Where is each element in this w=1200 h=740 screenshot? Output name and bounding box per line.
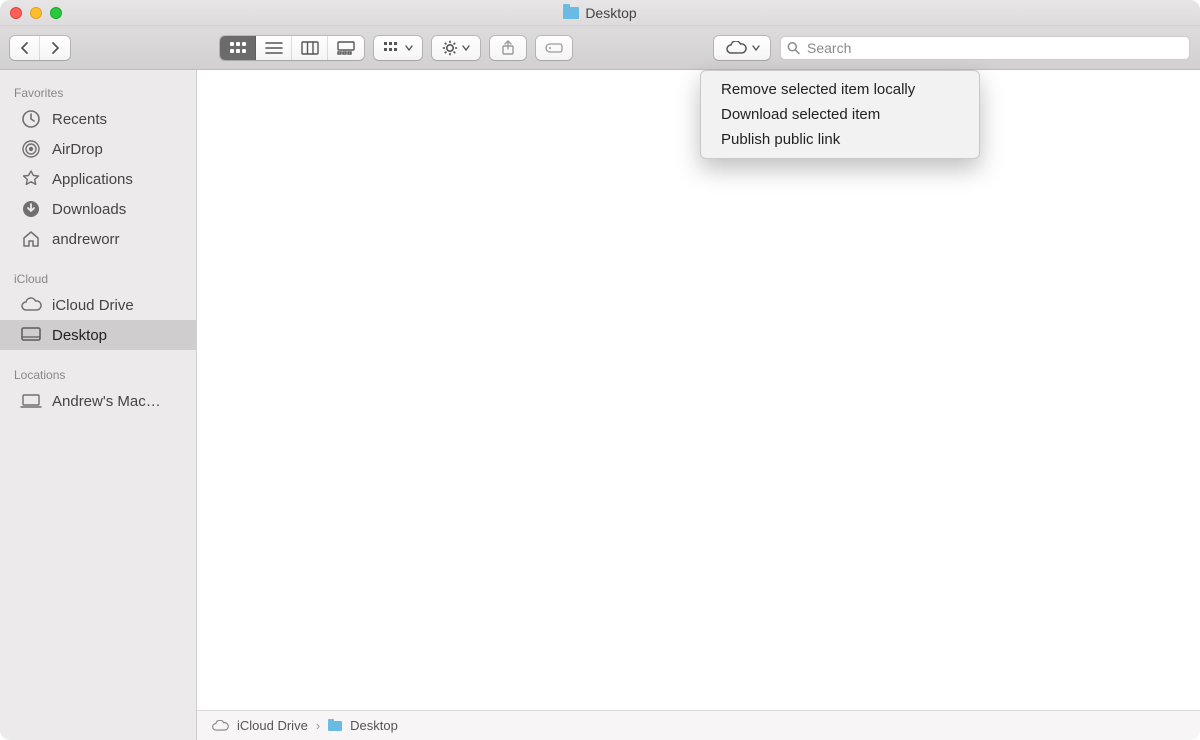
sidebar-item-downloads[interactable]: Downloads [0,194,196,224]
gear-icon [442,40,458,56]
arrange-button[interactable] [374,36,422,60]
share-group [490,36,526,60]
list-view-icon [265,41,283,55]
sidebar-item-label: andreworr [52,231,120,248]
view-group [220,36,364,60]
column-view-icon [301,41,319,55]
sidebar-item-applications[interactable]: Applications [0,164,196,194]
close-button[interactable] [10,7,22,19]
finder-window: Desktop [0,0,1200,740]
zoom-button[interactable] [50,7,62,19]
sidebar-section-locations: Locations [0,362,196,386]
icon-view-button[interactable] [220,36,256,60]
toolbar [0,26,1200,70]
menu-item-remove-local[interactable]: Remove selected item locally [701,77,979,102]
titlebar: Desktop [0,0,1200,26]
clock-icon [20,109,42,129]
icon-view-icon [229,41,247,55]
sidebar-item-desktop[interactable]: Desktop [0,320,196,350]
laptop-icon [20,393,42,409]
gallery-view-button[interactable] [328,36,364,60]
gallery-view-icon [337,41,355,55]
download-icon [20,199,42,219]
tag-icon [544,42,564,54]
path-bar: iCloud Drive › Desktop [197,710,1200,740]
sidebar-item-airdrop[interactable]: AirDrop [0,134,196,164]
tags-button[interactable] [536,36,572,60]
cloud-icon [20,297,42,313]
cloud-icon [725,41,747,55]
chevron-down-icon [752,44,760,52]
back-button[interactable] [10,36,40,60]
minimize-button[interactable] [30,7,42,19]
nav-group [10,36,70,60]
window-title-text: Desktop [585,5,636,21]
icloud-group [714,36,770,60]
search-icon [787,41,800,54]
share-button[interactable] [490,36,526,60]
sidebar-section-icloud: iCloud [0,266,196,290]
action-button[interactable] [432,36,480,60]
cloud-icon [211,720,229,732]
search-wrap [780,36,1190,60]
sidebar-item-label: iCloud Drive [52,297,134,314]
tags-group [536,36,572,60]
sidebar-item-label: Desktop [52,327,107,344]
path-segment[interactable]: iCloud Drive [237,718,308,733]
icloud-menu: Remove selected item locally Download se… [700,70,980,159]
home-icon [20,229,42,249]
file-area[interactable] [197,70,1200,710]
folder-icon [563,7,579,19]
chevron-down-icon [405,44,413,52]
folder-icon [328,721,342,731]
path-segment[interactable]: Desktop [350,718,398,733]
window-controls [10,7,62,19]
sidebar-item-recents[interactable]: Recents [0,104,196,134]
search-input[interactable] [780,36,1190,60]
column-view-button[interactable] [292,36,328,60]
airdrop-icon [20,139,42,159]
apps-icon [20,169,42,189]
sidebar-section-favorites: Favorites [0,80,196,104]
desktop-icon [20,327,42,343]
content: iCloud Drive › Desktop [197,70,1200,740]
sidebar-item-label: Downloads [52,201,126,218]
chevron-left-icon [20,42,30,54]
chevron-right-icon [50,42,60,54]
grid-icon [383,41,401,55]
share-icon [501,40,515,56]
sidebar-item-label: Recents [52,111,107,128]
sidebar-item-icloud-drive[interactable]: iCloud Drive [0,290,196,320]
chevron-down-icon [462,44,470,52]
sidebar-item-home[interactable]: andreworr [0,224,196,254]
sidebar-item-mac[interactable]: Andrew's Mac… [0,386,196,416]
list-view-button[interactable] [256,36,292,60]
window-title: Desktop [0,5,1200,21]
sidebar: Favorites Recents AirDrop Applications [0,70,197,740]
sidebar-item-label: AirDrop [52,141,103,158]
action-group [432,36,480,60]
menu-item-download[interactable]: Download selected item [701,102,979,127]
window-body: Favorites Recents AirDrop Applications [0,70,1200,740]
sidebar-item-label: Applications [52,171,133,188]
arrange-group [374,36,422,60]
sidebar-item-label: Andrew's Mac… [52,393,161,410]
icloud-button[interactable] [714,36,770,60]
path-separator: › [316,718,320,733]
menu-item-publish-link[interactable]: Publish public link [701,127,979,152]
forward-button[interactable] [40,36,70,60]
